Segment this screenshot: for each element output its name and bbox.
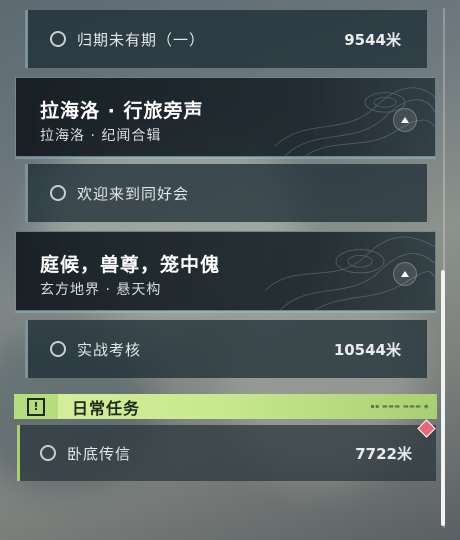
- quest-status-circle-icon: [50, 341, 66, 357]
- daily-quest-row[interactable]: 卧底传信 7722米: [17, 425, 436, 481]
- chapter-subtitle: 拉海洛 · 纪闻合辑: [40, 128, 162, 144]
- quest-list-panel: 归期未有期（一） 9544米 拉海洛 · 行旅旁声 拉海洛 · 纪闻合辑 欢迎来…: [0, 0, 460, 540]
- chapter-title: 庭候，兽尊，笼中傀: [40, 254, 221, 276]
- quest-row-welcome-club[interactable]: 欢迎来到同好会: [25, 164, 427, 222]
- quest-status-circle-icon: [40, 445, 56, 461]
- chevron-up-icon[interactable]: [393, 262, 417, 286]
- exclamation-icon: !: [14, 394, 58, 419]
- quest-name: 实战考核: [77, 340, 142, 359]
- quest-name: 归期未有期（一）: [77, 30, 206, 49]
- chapter-card-tinghou[interactable]: 庭候，兽尊，笼中傀 玄方地界 · 悬天构: [15, 231, 436, 311]
- quest-status-circle-icon: [50, 31, 66, 47]
- quest-row-combat-test[interactable]: 实战考核 10544米: [25, 320, 427, 378]
- chevron-up-icon[interactable]: [393, 108, 417, 132]
- decorative-stripe-icon: ▪▪ ▬▬▬ ▬▬▬ ◆: [370, 403, 429, 410]
- quest-distance: 7722米: [355, 444, 412, 463]
- quest-distance: 9544米: [344, 30, 401, 49]
- scrollbar-thumb[interactable]: [441, 270, 445, 526]
- chapter-title: 拉海洛 · 行旅旁声: [40, 100, 204, 122]
- chapter-card-lahailuo[interactable]: 拉海洛 · 行旅旁声 拉海洛 · 纪闻合辑: [15, 77, 436, 157]
- quest-distance: 10544米: [333, 340, 401, 359]
- daily-header-label: 日常任务: [72, 398, 141, 418]
- quest-name: 欢迎来到同好会: [77, 184, 190, 203]
- quest-status-circle-icon: [50, 185, 66, 201]
- quest-name: 卧底传信: [67, 444, 132, 463]
- daily-quests-header[interactable]: ! 日常任务 ▪▪ ▬▬▬ ▬▬▬ ◆: [14, 394, 437, 419]
- chapter-subtitle: 玄方地界 · 悬天构: [40, 282, 162, 298]
- quest-row-return-date[interactable]: 归期未有期（一） 9544米: [25, 10, 427, 68]
